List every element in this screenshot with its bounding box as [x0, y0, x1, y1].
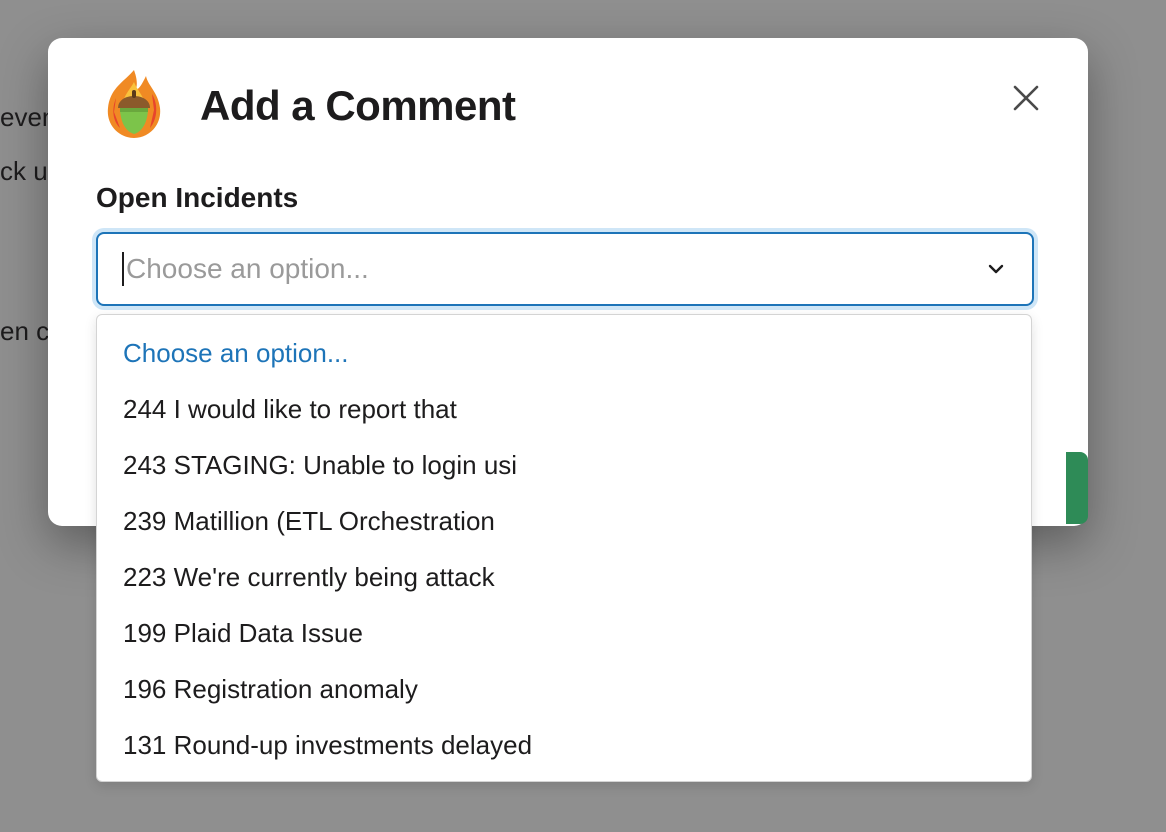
- open-incidents-label: Open Incidents: [96, 182, 299, 213]
- option-199[interactable]: 199 Plaid Data Issue: [97, 605, 1031, 661]
- submit-button[interactable]: [1066, 452, 1088, 524]
- option-223[interactable]: 223 We're currently being attack: [97, 549, 1031, 605]
- incident-select-focus-ring: [92, 228, 1038, 310]
- option-placeholder[interactable]: Choose an option...: [97, 325, 1031, 381]
- close-icon: [1013, 85, 1039, 111]
- background-text-2: ck u: [0, 156, 48, 186]
- incident-select[interactable]: [96, 232, 1034, 306]
- chevron-down-icon[interactable]: [986, 259, 1006, 279]
- option-196[interactable]: 196 Registration anomaly: [97, 661, 1031, 717]
- option-131[interactable]: 131 Round-up investments delayed: [97, 717, 1031, 773]
- incident-select-input[interactable]: [124, 253, 946, 285]
- incident-options-list: Choose an option... 244 I would like to …: [96, 314, 1032, 782]
- option-239[interactable]: 239 Matillion (ETL Orchestration: [97, 493, 1031, 549]
- flame-acorn-logo-icon: [102, 68, 166, 140]
- close-button[interactable]: [1004, 76, 1048, 120]
- option-243[interactable]: 243 STAGING: Unable to login usi: [97, 437, 1031, 493]
- background-text-3: en c: [0, 316, 50, 346]
- modal-title: Add a Comment: [200, 82, 516, 129]
- option-244[interactable]: 244 I would like to report that: [97, 381, 1031, 437]
